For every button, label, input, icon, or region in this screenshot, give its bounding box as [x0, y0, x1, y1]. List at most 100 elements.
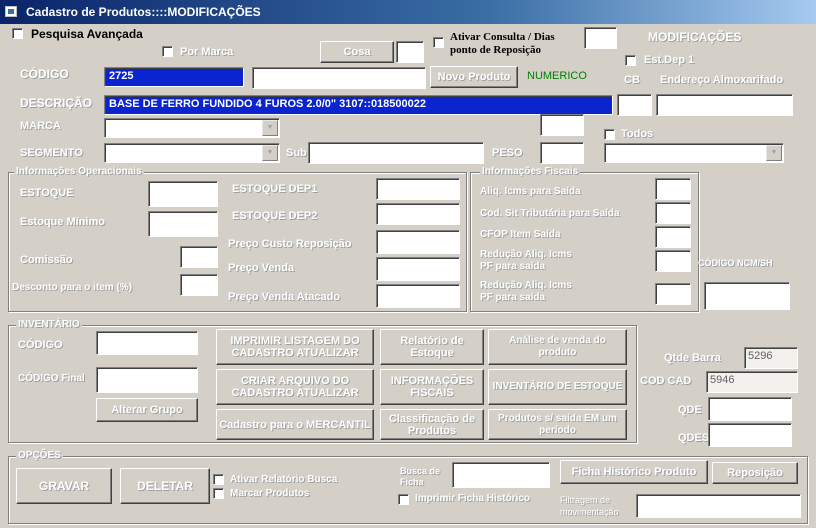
cod-sit-field[interactable]: [655, 202, 691, 224]
estoque-field[interactable]: [148, 181, 218, 207]
numerico-label: NUMERICO: [527, 70, 587, 82]
gravar-button[interactable]: GRAVAR: [16, 468, 112, 504]
imprimir-listagem-button[interactable]: IMPRIMIR LISTAGEM DO CADASTRO ATUALIZAR: [216, 329, 374, 365]
estoque-dep2-field[interactable]: [376, 203, 460, 225]
reducao-field[interactable]: [655, 250, 691, 272]
informacoes-fiscais-button[interactable]: INFORMAÇÕES FISCAIS: [380, 369, 484, 405]
info-fiscais-title: Informações Fiscais: [480, 166, 581, 177]
por-marca-label: Por Marca: [180, 46, 234, 58]
opcoes-title: OPÇÕES: [16, 450, 63, 461]
cod-cad-field: 5946: [706, 371, 798, 393]
codigo-ncm-field[interactable]: [704, 282, 790, 310]
codigo-input[interactable]: 2725: [104, 67, 244, 87]
todos-checkbox[interactable]: [604, 129, 615, 140]
preco-atacado-label: Preço Venda Atacado: [228, 291, 341, 303]
analise-venda-button[interactable]: Análise de venda do produto: [488, 329, 627, 365]
classificacao-produtos-button[interactable]: Classificação de Produtos: [380, 409, 484, 440]
cosa-button[interactable]: Cosa: [320, 41, 394, 63]
preco-venda-field[interactable]: [376, 257, 460, 281]
comissao-field[interactable]: [180, 246, 218, 268]
pf-saida-label: PF para saída: [480, 261, 546, 272]
title-bar: Cadastro de Produtos::::MODIFICAÇÕES: [0, 0, 816, 24]
estoque-minimo-field[interactable]: [148, 211, 218, 237]
alterar-grupo-button[interactable]: Alterar Grupo: [96, 398, 198, 422]
chevron-down-icon[interactable]: ▼: [262, 145, 278, 161]
inv-codigo-final-label: CÓDIGO Final: [18, 373, 85, 384]
imprimir-ficha-label: Imprimir Ficha Histórico: [415, 493, 531, 504]
ativar-relatorio-label: Ativar Relatório Busca: [230, 474, 338, 485]
estoque-dep1-field[interactable]: [376, 178, 460, 200]
estoque-label: ESTOQUE: [20, 187, 74, 199]
preco-custo-field[interactable]: [376, 230, 460, 254]
cb-label: CB: [624, 74, 640, 86]
qde-label: QDE: [678, 404, 702, 416]
busca-ficha-field[interactable]: [452, 462, 550, 488]
info-operacionais-title: Informações Operacionais: [14, 166, 144, 177]
desconto-label: Desconto para o item (%): [12, 282, 133, 293]
ativar-consulta-label: Ativar Consulta / Dias: [450, 31, 555, 43]
aliq-icms-label: Aliq. Icms para Saída: [480, 186, 581, 197]
filtragem-label: Filtragem de: [560, 495, 611, 505]
endereco-label: Endereço Almoxarifado: [660, 74, 784, 86]
inventario-title: INVENTÁRIO: [16, 319, 82, 330]
reducao2-field[interactable]: [655, 283, 691, 305]
ficha-historico-button[interactable]: Ficha Histórico Produto: [560, 460, 708, 484]
busca-ficha-label: Busca de Ficha: [400, 466, 441, 487]
marcar-produtos-label: Marcar Produtos: [230, 488, 310, 499]
cfop-label: CFOP Item Saída: [480, 229, 561, 240]
est-dep-checkbox[interactable]: [625, 55, 636, 66]
est-dep-label: Est.Dep 1: [644, 54, 695, 66]
criar-arquivo-button[interactable]: CRIAR ARQUIVO DO CADASTRO ATUALIZAR: [216, 369, 374, 405]
window-title: Cadastro de Produtos::::MODIFICAÇÕES: [26, 5, 261, 19]
deletar-button[interactable]: DELETAR: [120, 468, 210, 504]
peso-field[interactable]: [540, 142, 584, 164]
por-marca-checkbox[interactable]: [162, 46, 173, 57]
peso-label: PESO: [492, 147, 523, 159]
pesquisa-avancada-checkbox[interactable]: [12, 28, 23, 39]
chevron-down-icon[interactable]: ▼: [766, 145, 782, 161]
reducao-label: Redução Aliq. Icms: [480, 249, 572, 260]
todos-label: Todos: [621, 128, 654, 140]
chevron-down-icon[interactable]: ▼: [262, 120, 278, 136]
preco-custo-label: Preço Custo Reposição: [228, 238, 352, 250]
sub-label: Sub: [286, 147, 307, 159]
cfop-field[interactable]: [655, 226, 691, 248]
novo-produto-button[interactable]: Novo Produto: [430, 66, 518, 88]
marca-select[interactable]: [104, 118, 280, 138]
relatorio-estoque-button[interactable]: Relatório de Estoque: [380, 329, 484, 365]
preco-venda-label: Preço Venda: [228, 262, 295, 274]
peso-select[interactable]: [604, 143, 784, 163]
dias-field[interactable]: [584, 27, 617, 49]
codigo-label: CÓDIGO: [20, 67, 69, 81]
ativar-relatorio-checkbox[interactable]: [213, 474, 224, 485]
desconto-field[interactable]: [180, 274, 218, 296]
codigo-ncm-label: CÓDIGO NCM/SH: [698, 258, 773, 268]
inv-codigo-field[interactable]: [96, 331, 198, 355]
preco-atacado-field[interactable]: [376, 284, 460, 308]
cosa-field[interactable]: [396, 41, 424, 63]
endereco-field[interactable]: [656, 94, 793, 116]
marcar-produtos-checkbox[interactable]: [213, 488, 224, 499]
reposicao-button[interactable]: Reposição: [712, 462, 798, 484]
comissao-label: Comissão: [20, 254, 73, 266]
descricao-label: DESCRIÇÃO: [20, 96, 93, 110]
qdes-field[interactable]: [708, 423, 792, 447]
inv-codigo-label: CÓDIGO: [18, 339, 63, 351]
modificacoes-label: MODIFICAÇÕES: [648, 30, 742, 44]
inventario-estoque-button[interactable]: INVENTÁRIO DE ESTOQUE: [488, 369, 627, 405]
cadastro-mercantil-button[interactable]: Cadastro para o MERCANTIL: [216, 409, 374, 440]
imprimir-ficha-checkbox[interactable]: [398, 494, 409, 505]
sub-field[interactable]: [308, 142, 484, 164]
descricao-extra-field[interactable]: [617, 94, 652, 116]
qde-field[interactable]: [708, 397, 792, 421]
ativar-consulta-checkbox[interactable]: [433, 37, 444, 48]
descricao-input[interactable]: BASE DE FERRO FUNDIDO 4 FUROS 2.0/0" 310…: [104, 95, 613, 115]
aliq-icms-field[interactable]: [655, 178, 691, 200]
filtragem-field[interactable]: [636, 494, 801, 518]
reducao2-label: Redução Aliq. Icms: [480, 280, 572, 291]
produtos-sem-saida-button[interactable]: Produtos s/ saída EM um período: [488, 409, 627, 440]
marca-extra-field[interactable]: [540, 114, 584, 136]
inv-codigo-final-field[interactable]: [96, 367, 198, 393]
segmento-select[interactable]: [104, 143, 280, 163]
codigo-desc-field[interactable]: [252, 67, 426, 89]
